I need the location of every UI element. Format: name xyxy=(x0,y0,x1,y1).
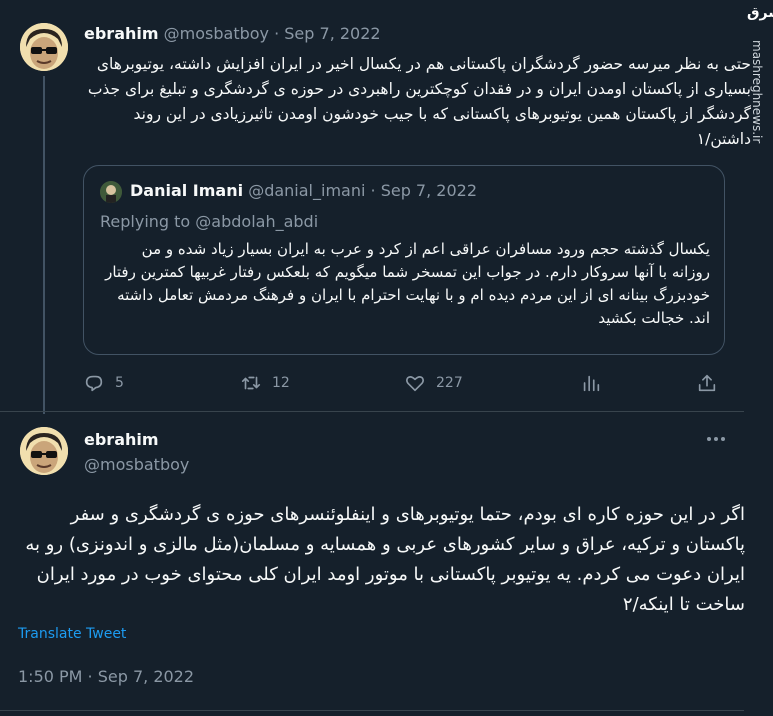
tweet-text: حتی به نظر میرسه حضور گردشگران پاکستانی … xyxy=(87,55,751,148)
like-button[interactable]: 227 xyxy=(404,372,463,394)
author-handle[interactable]: @mosbatboy xyxy=(164,24,269,43)
watermark-logo: مشرق xyxy=(747,5,773,21)
quote-header: Danial Imani @danial_imani · Sep 7, 2022 xyxy=(130,181,477,200)
reply-button[interactable]: 5 xyxy=(83,372,124,394)
tweet-text: اگر در این حوزه کاره ای بودم، حتما یوتیو… xyxy=(25,504,745,615)
quote-author-name: Danial Imani xyxy=(130,181,244,200)
retweet-icon xyxy=(241,376,261,390)
thread-line xyxy=(43,76,45,414)
author-name[interactable]: ebrahim xyxy=(84,430,159,449)
like-icon xyxy=(406,376,424,392)
replying-to: Replying to @abdolah_abdi xyxy=(100,212,319,231)
divider xyxy=(0,710,744,711)
share-button[interactable] xyxy=(696,372,718,394)
translate-tweet-link[interactable]: Translate Tweet xyxy=(18,626,126,642)
tweet-header: ebrahim @mosbatboy · Sep 7, 2022 xyxy=(84,24,381,43)
retweet-count: 12 xyxy=(272,375,290,391)
author-handle[interactable]: @mosbatboy xyxy=(84,455,189,474)
quote-text: یکسال گذشته حجم ورود مسافران عراقی اعم ا… xyxy=(105,240,710,327)
like-count: 227 xyxy=(436,375,463,391)
tweet-timestamp[interactable]: 1:50 PM · Sep 7, 2022 xyxy=(18,667,194,686)
retweet-button[interactable]: 12 xyxy=(240,372,290,394)
reply-count: 5 xyxy=(115,375,124,391)
quote-date: · Sep 7, 2022 xyxy=(370,181,477,200)
divider xyxy=(0,411,744,412)
views-button[interactable] xyxy=(580,372,602,394)
quote-avatar xyxy=(100,181,122,203)
views-icon xyxy=(583,375,600,392)
quoted-tweet[interactable]: Danial Imani @danial_imani · Sep 7, 2022… xyxy=(83,165,725,355)
more-options-button[interactable] xyxy=(704,427,728,451)
author-name[interactable]: ebrahim xyxy=(84,24,159,43)
quote-author-handle: @danial_imani xyxy=(248,181,366,200)
avatar[interactable] xyxy=(20,23,68,71)
avatar[interactable] xyxy=(20,427,68,475)
tweet-date[interactable]: · Sep 7, 2022 xyxy=(274,24,380,43)
share-icon xyxy=(698,374,716,392)
more-icon xyxy=(707,437,725,441)
watermark-url: mashreghnews.ir xyxy=(750,40,764,144)
reply-icon xyxy=(85,375,103,392)
